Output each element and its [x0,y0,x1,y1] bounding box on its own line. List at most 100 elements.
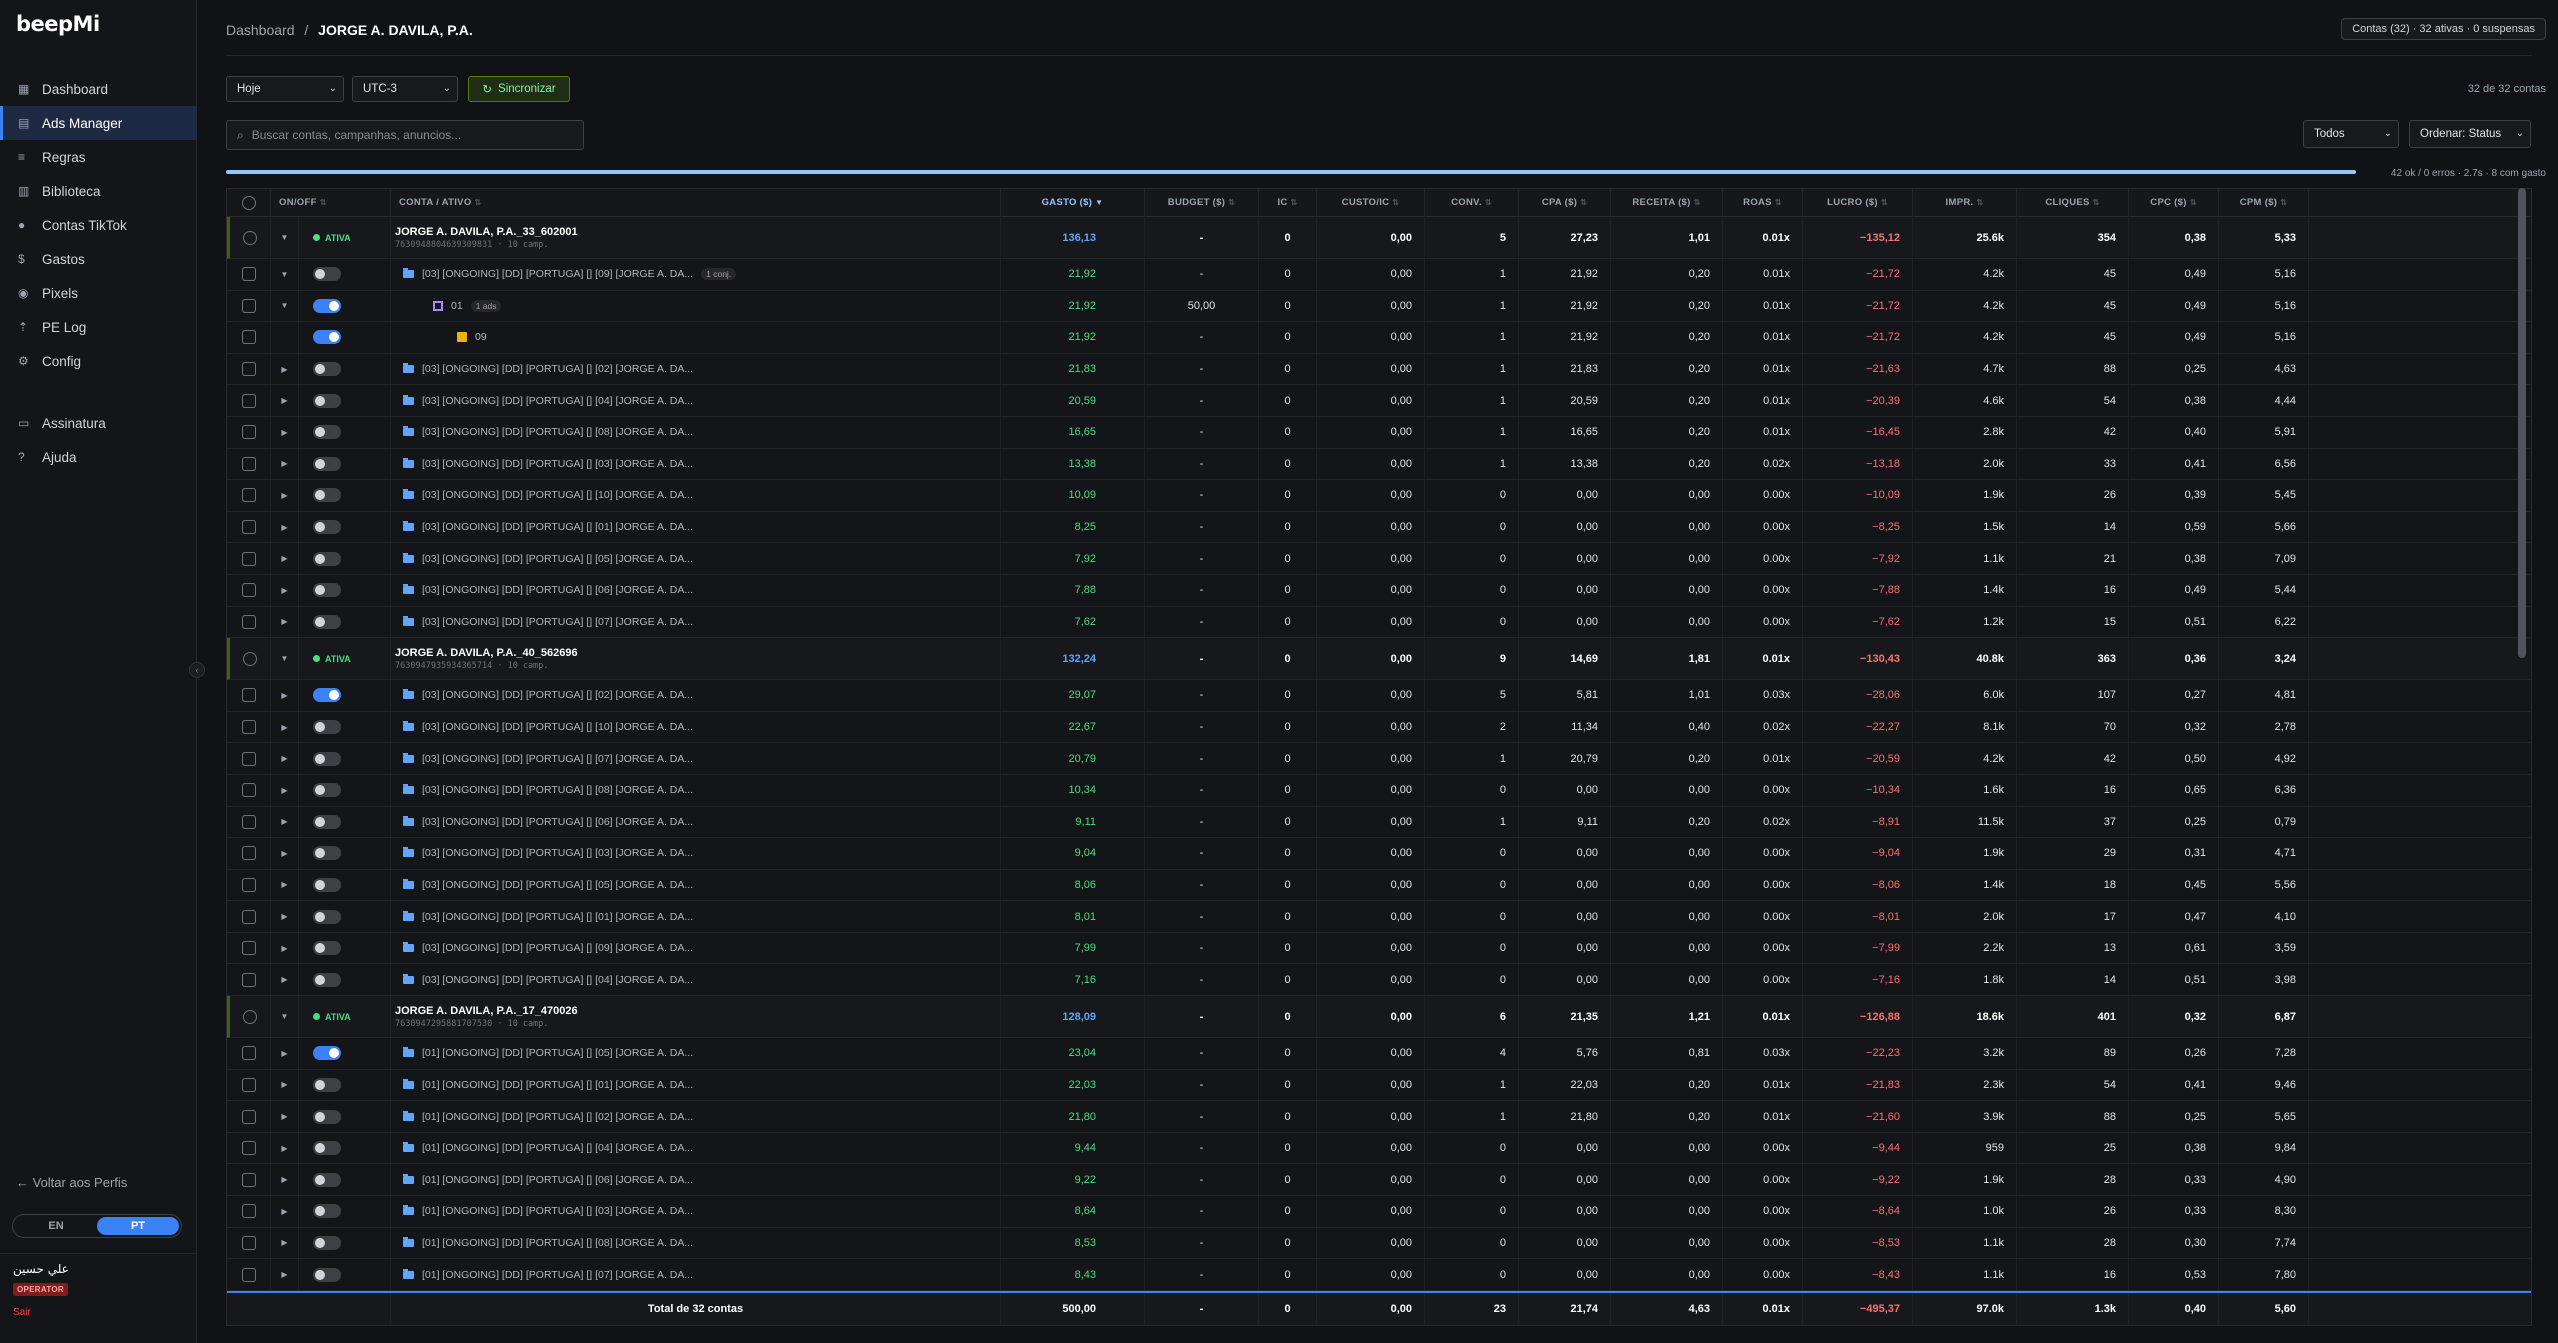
campaign-row[interactable]: ▶ [03] [ONGOING] [DD] [PORTUGA] [] [10] [… [227,711,2531,744]
chevron-right-icon[interactable]: ▶ [281,1080,287,1089]
onoff-toggle[interactable] [313,583,341,598]
onoff-toggle[interactable] [313,941,341,956]
row-checkbox[interactable] [241,877,256,892]
account-row[interactable]: ▼ ATIVA JORGE A. DAVILA, P.A._33_602001 763… [227,217,2531,259]
asset-label[interactable]: [03] [ONGOING] [DD] [PORTUGA] [] [05] [J… [391,878,693,891]
row-checkbox[interactable] [241,720,256,735]
chevron-right-icon[interactable]: ▶ [281,554,287,563]
col-roas[interactable]: ROAS ⇅ [1723,188,1803,217]
row-checkbox[interactable] [241,972,256,987]
row-checkbox[interactable] [243,651,257,666]
asset-label[interactable]: [03] [ONGOING] [DD] [PORTUGA] [] [08] [J… [391,426,693,438]
onoff-toggle[interactable] [313,909,341,924]
campaign-row[interactable]: ▶ [03] [ONGOING] [DD] [PORTUGA] [] [01] [… [227,511,2531,544]
row-checkbox[interactable] [241,488,256,503]
chevron-right-icon[interactable]: ▶ [281,617,287,626]
asset-label[interactable]: [01] [ONGOING] [DD] [PORTUGA] [] [08] [J… [391,1236,693,1249]
asset-label[interactable]: [03] [ONGOING] [DD] [PORTUGA] [] [01] [J… [391,910,693,923]
row-checkbox[interactable] [241,583,256,598]
chevron-down-icon[interactable]: ▼ [281,654,289,663]
chevron-right-icon[interactable]: ▶ [281,396,287,405]
campaign-row[interactable]: ▼ [03] [ONGOING] [DD] [PORTUGA] [] [09] [… [227,259,2531,291]
campaign-row[interactable]: ▶ [03] [ONGOING] [DD] [PORTUGA] [] [01] [… [227,901,2531,933]
ad-row[interactable]: 09 21,92-0 0,00 1 21,92 0,20 0.01x −21,72 4.2k 45… [227,322,2531,354]
col-budget[interactable]: BUDGET ($) ⇅ [1145,188,1259,217]
col-cpc[interactable]: CPC ($) ⇅ [2129,188,2219,217]
asset-label[interactable]: [03] [ONGOING] [DD] [PORTUGA] [] [04] [J… [391,394,693,407]
row-checkbox[interactable] [241,330,256,345]
onoff-toggle[interactable] [313,972,341,987]
onoff-toggle[interactable] [313,783,341,798]
row-checkbox[interactable] [241,298,256,313]
chevron-down-icon[interactable]: ▼ [281,233,289,242]
asset-label[interactable]: [03] [ONGOING] [DD] [PORTUGA] [] [10] [J… [391,721,693,733]
account-row[interactable]: ▼ ATIVA JORGE A. DAVILA, P.A._40_562696 763… [227,638,2531,681]
asset-label[interactable]: [03] [ONGOING] [DD] [PORTUGA] [] [07] [J… [391,752,693,765]
row-checkbox[interactable] [241,520,256,535]
onoff-toggle[interactable] [313,425,341,440]
asset-label[interactable]: [01] [ONGOING] [DD] [PORTUGA] [] [05] [J… [391,1047,693,1059]
campaign-row[interactable]: ▶ [03] [ONGOING] [DD] [PORTUGA] [] [08] [… [227,774,2531,807]
campaign-row[interactable]: ▶ [01] [ONGOING] [DD] [PORTUGA] [] [02] [… [227,1101,2531,1133]
chevron-right-icon[interactable]: ▶ [281,723,287,732]
onoff-toggle[interactable] [313,267,341,282]
row-checkbox[interactable] [241,909,256,924]
row-checkbox[interactable] [241,1204,256,1219]
row-checkbox[interactable] [241,688,256,703]
row-checkbox[interactable] [241,1172,256,1187]
onoff-toggle[interactable] [313,330,341,345]
sidebar-item-regras[interactable]: ≡ Regras [0,140,197,174]
asset-label[interactable]: [03] [ONGOING] [DD] [PORTUGA] [] [08] [J… [391,784,693,796]
sidebar-item-gastos[interactable]: $ Gastos [0,242,197,276]
onoff-toggle[interactable] [313,877,341,892]
onoff-toggle[interactable] [313,814,341,829]
onoff-toggle[interactable] [313,1204,341,1219]
campaign-row[interactable]: ▶ [01] [ONGOING] [DD] [PORTUGA] [] [04] [… [227,1132,2531,1165]
onoff-toggle[interactable] [313,1235,341,1250]
account-row[interactable]: ▼ ATIVA JORGE A. DAVILA, P.A._17_470026 763… [227,996,2531,1039]
asset-label[interactable]: [03] [ONGOING] [DD] [PORTUGA] [] [07] [J… [391,615,693,628]
row-checkbox[interactable] [241,814,256,829]
asset-label[interactable]: [03] [ONGOING] [DD] [PORTUGA] [] [02] [J… [391,363,693,375]
lang-pt-option[interactable]: PT [97,1217,179,1235]
account-name[interactable]: JORGE A. DAVILA, P.A._17_470026 [395,1005,578,1017]
sync-button[interactable]: ↻ Sincronizar [468,76,570,102]
campaign-row[interactable]: ▶ [03] [ONGOING] [DD] [PORTUGA] [] [04] [… [227,964,2531,997]
col-custo-ic[interactable]: CUSTO/IC ⇅ [1317,188,1425,217]
sidebar-item-ads-manager[interactable]: ▤ Ads Manager [0,106,197,140]
chevron-right-icon[interactable]: ▶ [281,849,287,858]
table-scrollbar[interactable] [2518,188,2526,658]
row-checkbox[interactable] [241,1267,256,1282]
onoff-toggle[interactable] [313,488,341,503]
asset-label[interactable]: [03] [ONGOING] [DD] [PORTUGA] [] [03] [J… [391,457,693,470]
campaign-row[interactable]: ▶ [01] [ONGOING] [DD] [PORTUGA] [] [08] [… [227,1227,2531,1260]
row-checkbox[interactable] [241,783,256,798]
sidebar-item-pe-log[interactable]: ⇡ PE Log [0,310,197,344]
campaign-row[interactable]: ▶ [03] [ONGOING] [DD] [PORTUGA] [] [03] [… [227,838,2531,870]
period-select[interactable]: Hoje ⌄ [226,76,344,102]
row-checkbox[interactable] [241,1109,256,1124]
col-impr[interactable]: IMPR. ⇅ [1913,188,2017,217]
campaign-row[interactable]: ▶ [03] [ONGOING] [DD] [PORTUGA] [] [06] [… [227,806,2531,839]
campaign-row[interactable]: ▶ [01] [ONGOING] [DD] [PORTUGA] [] [06] [… [227,1164,2531,1197]
chevron-right-icon[interactable]: ▶ [281,975,287,984]
col-cliques[interactable]: CLIQUES ⇅ [2017,188,2129,217]
onoff-toggle[interactable] [313,614,341,629]
onoff-toggle[interactable] [313,298,341,313]
asset-label[interactable]: [03] [ONGOING] [DD] [PORTUGA] [] [06] [J… [391,815,693,828]
breadcrumb-root[interactable]: Dashboard [226,22,295,38]
chevron-right-icon[interactable]: ▶ [281,459,287,468]
chevron-down-icon[interactable]: ▼ [281,301,289,310]
col-onoff[interactable]: ON/OFF ⇅ [271,188,391,217]
row-checkbox[interactable] [241,846,256,861]
onoff-toggle[interactable] [313,1109,341,1124]
asset-label[interactable]: [03] [ONGOING] [DD] [PORTUGA] [] [09] [J… [391,268,737,281]
asset-label[interactable]: 09 [391,331,487,343]
row-checkbox[interactable] [241,751,256,766]
campaign-row[interactable]: ▶ [03] [ONGOING] [DD] [PORTUGA] [] [06] [… [227,574,2531,607]
language-toggle[interactable]: EN PT [12,1214,182,1238]
onoff-toggle[interactable] [313,393,341,408]
onoff-toggle[interactable] [313,1077,341,1092]
chevron-right-icon[interactable]: ▶ [281,1270,287,1279]
sidebar-item-ajuda[interactable]: ? Ajuda [0,440,197,474]
